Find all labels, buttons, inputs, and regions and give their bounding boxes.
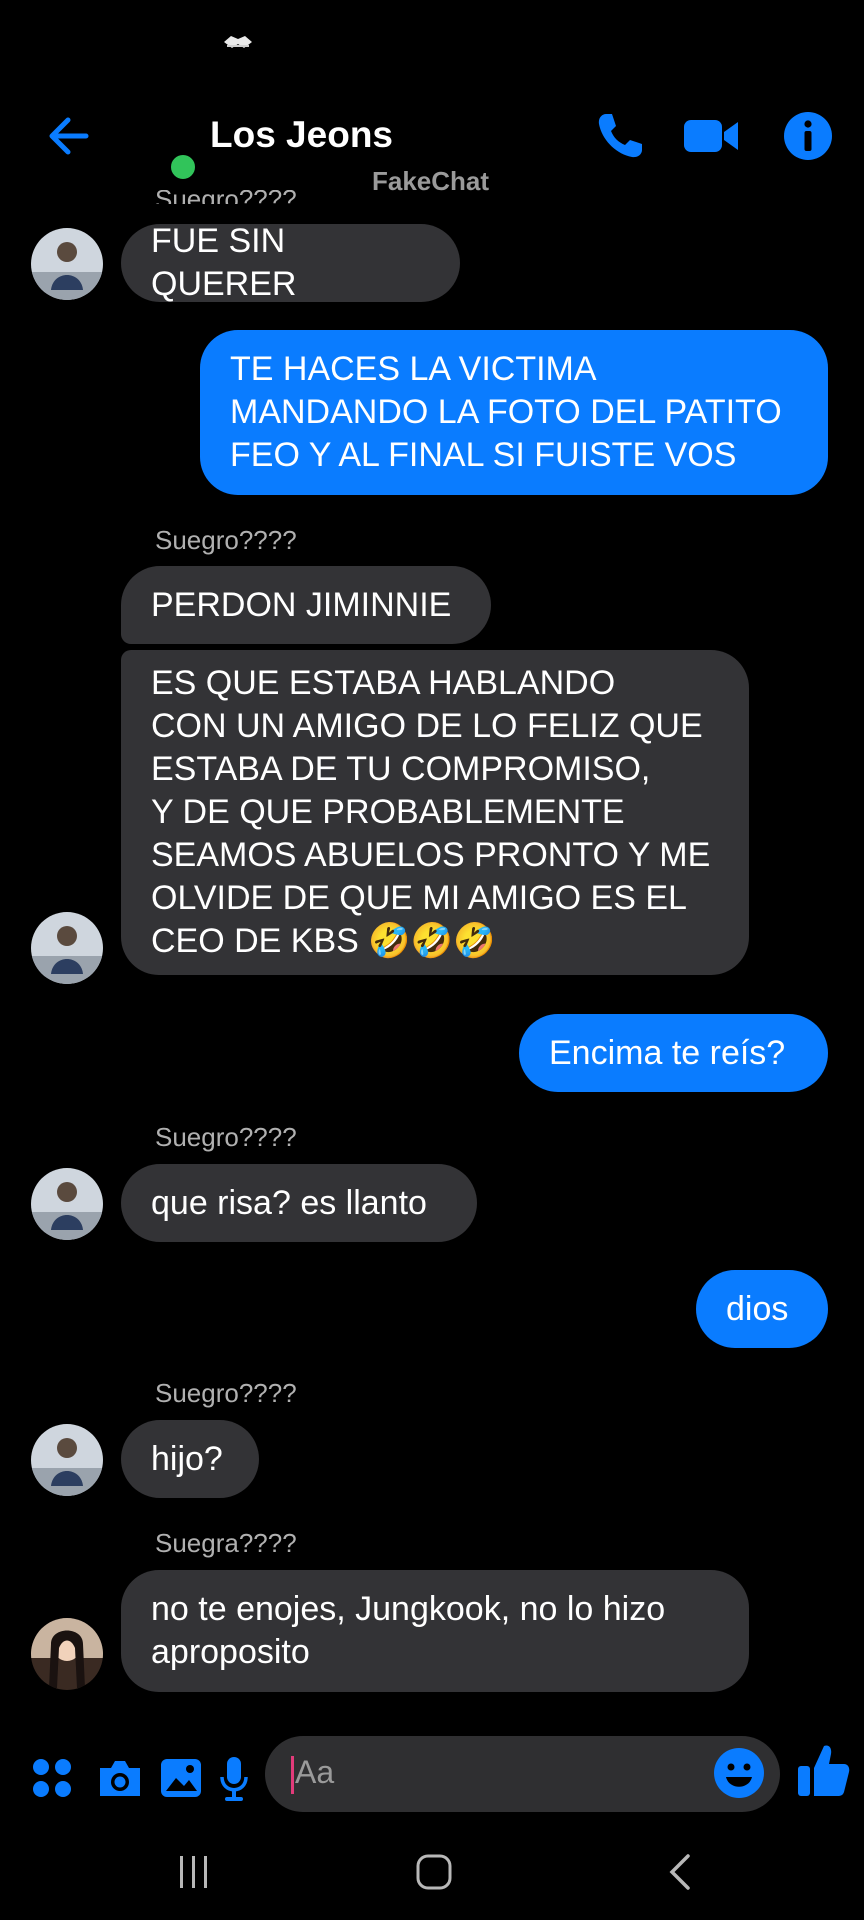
message-bubble-incoming[interactable]: hijo? — [121, 1420, 259, 1498]
sender-name: Suegro???? — [155, 1122, 297, 1152]
recent-apps-icon[interactable] — [174, 1850, 214, 1894]
avatar-suegro[interactable] — [31, 228, 103, 300]
sender-name: Suegro???? — [155, 1378, 297, 1408]
message-bubble-outgoing[interactable]: TE HACES LA VICTIMA MANDANDO LA FOTO DEL… — [200, 330, 828, 495]
avatar-suegra-image — [31, 1618, 103, 1690]
message-bubble-outgoing[interactable]: dios — [696, 1270, 828, 1348]
text-caret — [291, 1756, 294, 1794]
home-icon[interactable] — [412, 1850, 456, 1894]
avatar-suegro-image — [31, 1424, 103, 1496]
emoji-icon[interactable] — [712, 1746, 766, 1800]
back-arrow-icon[interactable] — [40, 110, 92, 162]
message-bubble-incoming[interactable]: ES QUE ESTABA HABLANDO CON UN AMIGO DE L… — [121, 650, 749, 975]
avatar-suegro-image — [31, 912, 103, 984]
system-nav-bar — [0, 1830, 864, 1920]
camera-icon[interactable] — [96, 1752, 144, 1804]
sender-name: Suegra???? — [155, 1528, 297, 1558]
message-bubble-incoming[interactable]: FUE SIN QUERER — [121, 222, 460, 303]
message-input[interactable]: Aa — [265, 1736, 780, 1812]
message-bubble-incoming[interactable]: PERDON JIMINNIE — [121, 566, 491, 644]
sender-name: Suegro???? — [155, 525, 297, 555]
sender-name-clipped: Suegro???? — [155, 190, 297, 204]
back-nav-icon[interactable] — [662, 1850, 698, 1894]
avatar-suegro[interactable] — [31, 1168, 103, 1240]
avatar-suegro-image — [31, 228, 103, 300]
video-call-icon[interactable] — [682, 110, 740, 162]
message-bubble-incoming[interactable]: no te enojes, Jungkook, no lo hizo aprop… — [121, 1570, 749, 1692]
message-bubble-incoming[interactable]: que risa? es llanto — [121, 1164, 477, 1242]
avatar-suegro[interactable] — [31, 1424, 103, 1496]
gallery-icon[interactable] — [158, 1752, 204, 1804]
online-status-dot — [168, 152, 198, 182]
message-list[interactable]: Suegro???? FUE SIN QUERER TE HACES LA VI… — [0, 190, 864, 1730]
thumbs-up-icon[interactable] — [796, 1740, 850, 1800]
status-bar — [0, 0, 864, 90]
mic-icon[interactable] — [218, 1752, 250, 1804]
avatar-suegra[interactable] — [31, 1618, 103, 1690]
chat-title[interactable]: Los Jeons — [210, 114, 393, 156]
avatar-suegro-image — [31, 1168, 103, 1240]
handshake-status-icon — [224, 36, 252, 48]
apps-icon[interactable] — [30, 1752, 74, 1804]
avatar-suegro[interactable] — [31, 912, 103, 984]
info-icon[interactable] — [782, 110, 834, 162]
message-bubble-outgoing[interactable]: Encima te reís? — [519, 1014, 828, 1092]
message-input-placeholder: Aa — [295, 1754, 335, 1790]
composer-bar: Aa — [0, 1730, 864, 1830]
phone-call-icon[interactable] — [594, 110, 646, 162]
